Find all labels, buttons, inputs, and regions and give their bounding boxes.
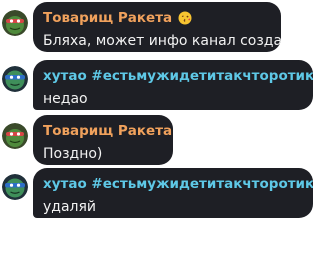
author-name[interactable]: хутао #естьмужидетитакчторотикофф#... <box>43 67 313 85</box>
kissing-face-icon <box>178 11 192 25</box>
message-text: недао <box>43 91 88 107</box>
turtle-avatar-icon[interactable] <box>2 66 28 92</box>
author-name[interactable]: Товарищ Ракета <box>43 122 172 140</box>
message-bubble[interactable]: хутао #естьмужидетитакчторотикофф#... уд… <box>33 168 313 218</box>
message-text: Бляха, может инфо канал создать?.. <box>43 33 281 49</box>
turtle-avatar-icon[interactable] <box>2 123 28 149</box>
chat-message-list: Товарищ Ракета Бляха, может инфо канал с… <box>0 0 320 271</box>
author-name[interactable]: хутао #естьмужидетитакчторотикофф#... <box>43 175 313 193</box>
message-row: Товарищ Ракета Бляха, может инфо канал с… <box>0 2 320 62</box>
message-bubble[interactable]: хутао #естьмужидетитакчторотикофф#... не… <box>33 60 313 110</box>
message-bubble[interactable]: Товарищ Ракета Поздно) <box>33 115 173 165</box>
message-row: хутао #естьмужидетитакчторотикофф#... не… <box>0 60 320 120</box>
turtle-avatar-icon[interactable] <box>2 174 28 200</box>
message-text: Поздно) <box>43 146 103 162</box>
turtle-avatar-icon[interactable] <box>2 10 28 36</box>
author-name[interactable]: Товарищ Ракета <box>43 9 172 27</box>
message-text: удаляй <box>43 199 97 215</box>
message-bubble[interactable]: Товарищ Ракета Бляха, может инфо канал с… <box>33 2 281 52</box>
message-row: Товарищ Ракета Поздно) <box>0 115 320 175</box>
message-row: хутао #естьмужидетитакчторотикофф#... уд… <box>0 168 320 228</box>
